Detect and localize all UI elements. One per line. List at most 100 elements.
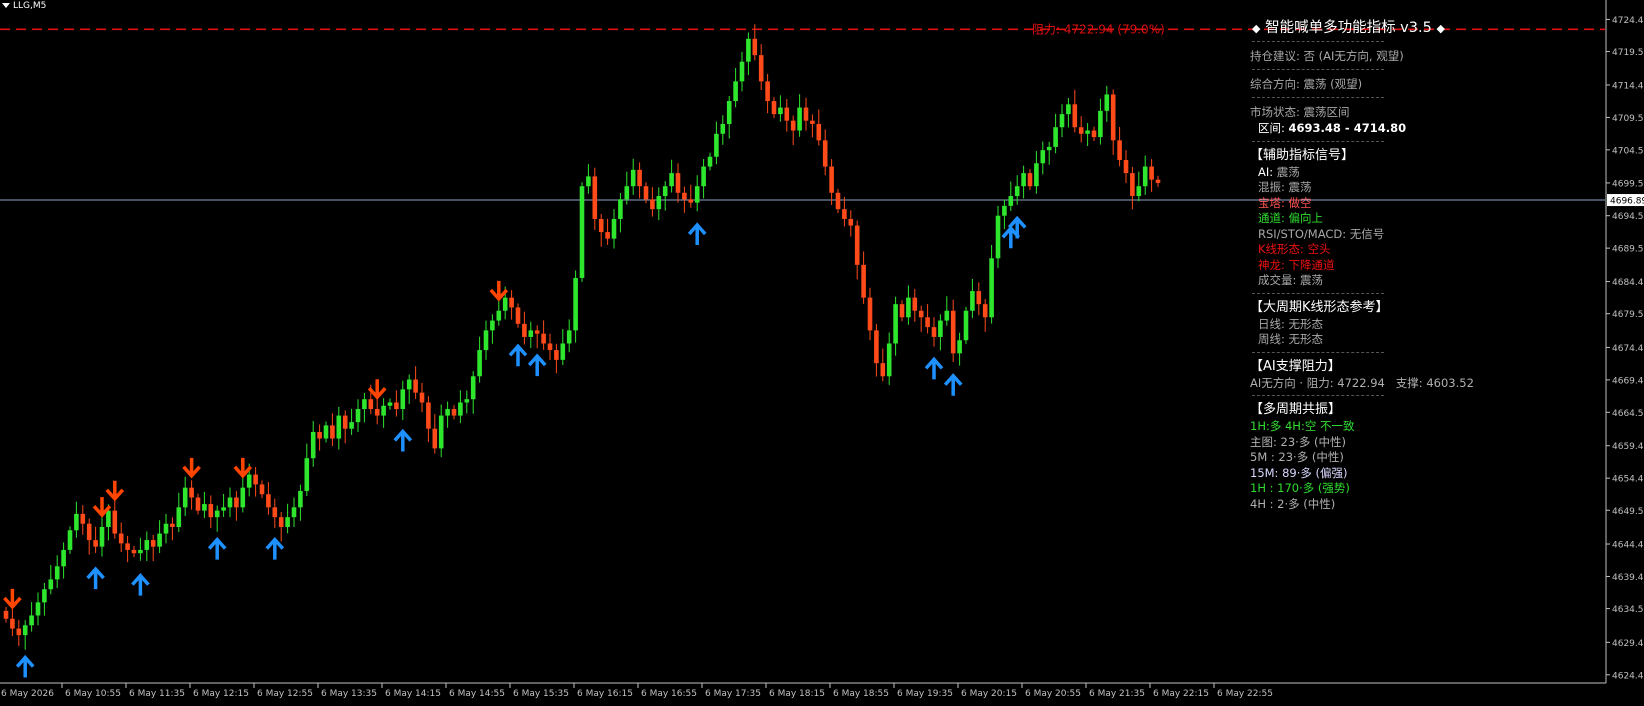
candle-body	[317, 431, 322, 439]
candle-body	[400, 389, 406, 410]
chart-window[interactable]: 阻力: 4722.94 (79.0%) 4724.45 4719.55 4714.4…	[0, 0, 1644, 706]
aux-chaos: 混振: 震荡	[1258, 180, 1312, 194]
candle-body	[1142, 166, 1148, 187]
candle-body	[330, 425, 335, 439]
candle-body	[61, 549, 66, 567]
price-tick-label: 4689.55	[1612, 245, 1644, 255]
candle-body	[387, 402, 393, 406]
candle-body	[432, 428, 438, 449]
price-tick-label: 4724.45	[1612, 16, 1644, 26]
candle-body	[656, 196, 662, 210]
candle-body	[1027, 173, 1033, 187]
candle-body	[10, 618, 15, 629]
candle-body	[733, 81, 738, 102]
buy-signal-arrow-icon	[265, 536, 285, 560]
candle-body	[842, 209, 847, 219]
candle-body	[1002, 205, 1007, 216]
price-tick-label: 4639.45	[1612, 573, 1644, 583]
candle-body	[144, 540, 150, 550]
candle-body	[1149, 166, 1154, 180]
candle-body	[266, 494, 271, 508]
candle-body	[438, 415, 444, 449]
candle-body	[349, 422, 354, 429]
candle-body	[726, 101, 732, 124]
candle-body	[1130, 173, 1135, 197]
candle-body	[259, 484, 265, 495]
sell-signal-arrow-icon	[182, 457, 201, 479]
candle-body	[202, 504, 207, 511]
time-tick-label: 6 May 18:15	[769, 689, 825, 699]
candle-body	[528, 330, 534, 337]
candle-body	[739, 61, 745, 82]
time-tick-label: 6 May 15:35	[513, 689, 569, 699]
candle-body	[304, 458, 310, 491]
candle-body	[1110, 94, 1116, 141]
price-tick-label: 4709.50	[1612, 114, 1644, 124]
price-tick-label: 4704.55	[1612, 146, 1644, 156]
sell-signal-arrow-icon	[3, 588, 22, 610]
candle-body	[598, 218, 604, 233]
buy-signal-arrow-icon	[131, 572, 150, 596]
divider	[1252, 292, 1384, 294]
candle-body	[579, 186, 585, 278]
candle-body	[554, 350, 559, 360]
candle-body	[336, 415, 342, 439]
candle-body	[394, 402, 399, 410]
position-advice: 持仓建议: 否 (AI无方向, 观望)	[1250, 49, 1404, 63]
price-tick-label: 4694.50	[1612, 212, 1644, 222]
candle-body	[445, 409, 450, 416]
sell-signal-arrow-icon	[489, 280, 509, 302]
sell-signal-arrow-icon	[233, 457, 253, 479]
aux-rsi: RSI/STO/MACD: 无信号	[1258, 226, 1385, 241]
candle-body	[938, 320, 943, 337]
aux-tower: 宝塔: 做空	[1258, 195, 1312, 210]
buy-signal-arrow-icon	[207, 536, 227, 560]
candle-body	[931, 327, 937, 337]
resonance-main: 主图: 23·多 (中性)	[1250, 434, 1346, 449]
price-tick-label: 4684.45	[1612, 278, 1644, 288]
buy-signal-arrow-icon	[527, 353, 547, 377]
candle-body	[483, 330, 489, 351]
candle-body	[3, 610, 9, 619]
time-tick-label: 6 May 22:15	[1153, 689, 1209, 699]
time-tick-label: 6 May 13:35	[321, 689, 377, 699]
candle-body	[163, 523, 169, 534]
candle-body	[682, 192, 687, 200]
candle-body	[170, 523, 175, 527]
current-price-tag-label: 4696.89	[1610, 197, 1644, 207]
candle-body	[42, 589, 47, 603]
candle-body	[982, 304, 988, 318]
candle-body	[470, 376, 476, 400]
candle-body	[278, 517, 284, 527]
candle-body	[950, 310, 956, 354]
dropdown-triangle-icon[interactable]	[2, 3, 10, 8]
time-tick-label: 6 May 16:55	[641, 689, 697, 699]
symbol-label: LLG,M5	[2, 1, 46, 11]
candle-body	[618, 199, 623, 219]
candle-body	[80, 513, 86, 524]
candle-body	[867, 297, 873, 331]
aux-kpattern: K线形态: 空头	[1258, 242, 1331, 256]
candle-body	[746, 38, 751, 62]
candle-body	[624, 186, 630, 200]
candle-body	[246, 474, 252, 488]
candle-body	[995, 215, 1001, 259]
candle-body	[912, 297, 918, 311]
candle-body	[515, 307, 521, 324]
candle-body	[221, 507, 226, 511]
candle-body	[643, 186, 649, 200]
candle-body	[1021, 173, 1026, 187]
candle-body	[419, 392, 425, 403]
candle-body	[797, 107, 802, 131]
resistance-label: 阻力: 4722.94 (79.0%)	[1032, 22, 1165, 36]
divider	[1252, 97, 1384, 98]
candle-body	[1117, 140, 1122, 161]
candle-body	[86, 523, 92, 541]
resonance-summary: 1H:多 4H:空 不一致	[1250, 419, 1355, 433]
candle-body	[714, 133, 719, 157]
candle-body	[240, 487, 246, 508]
candle-body	[534, 330, 540, 334]
resonance-1h: 1H : 170·多 (强势)	[1250, 481, 1350, 495]
divider	[1252, 69, 1384, 70]
price-tick-label: 4719.55	[1612, 48, 1644, 58]
